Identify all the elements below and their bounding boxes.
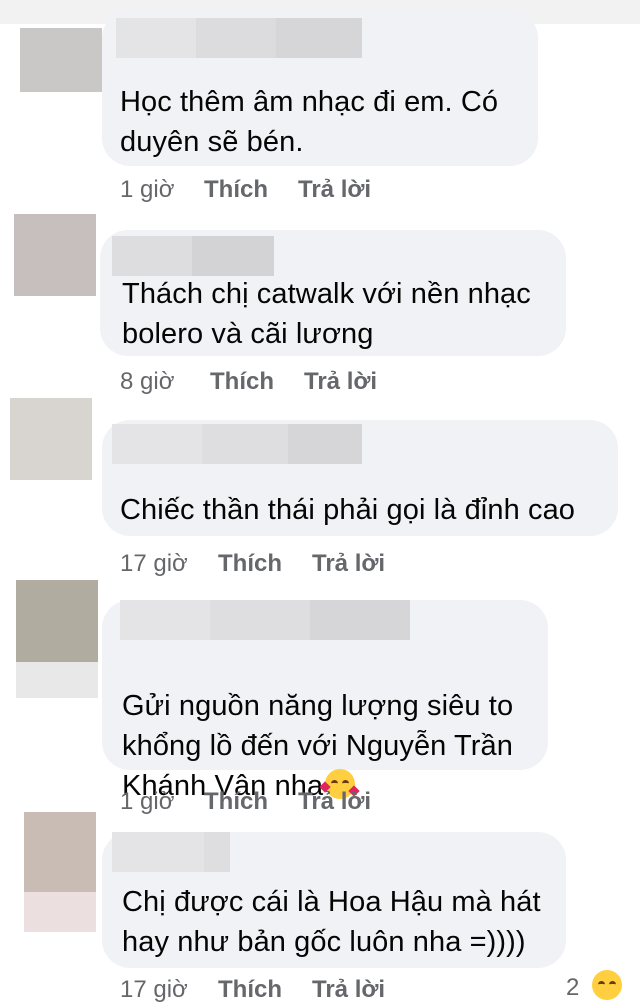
comment-actions: 17 giờ Thích Trả lời — [120, 550, 520, 580]
avatar-blurred[interactable] — [20, 28, 102, 92]
reply-button[interactable]: Trả lời — [298, 788, 371, 816]
timestamp: 1 giờ — [120, 176, 175, 203]
reply-button[interactable]: Trả lời — [298, 176, 371, 204]
like-button[interactable]: Thích — [210, 368, 274, 396]
like-button[interactable]: Thích — [218, 550, 282, 578]
timestamp: 8 giờ — [120, 368, 175, 395]
author-name-blurred[interactable] — [112, 424, 362, 464]
avatar-blurred[interactable] — [24, 812, 96, 932]
comment-bubble: Chiếc thần thái phải gọi là đỉnh cao — [102, 420, 618, 536]
comment-actions: 17 giờ Thích Trả lời — [120, 976, 520, 1006]
comment-text: Chị được cái là Hoa Hậu mà hát hay như b… — [122, 886, 541, 958]
author-name-blurred[interactable] — [120, 600, 410, 640]
reaction-count: 2 — [566, 974, 580, 1001]
avatar-blurred[interactable] — [16, 580, 98, 698]
comment-text: Chiếc thần thái phải gọi là đỉnh cao — [120, 494, 576, 526]
comment-actions: 8 giờ Thích Trả lời — [120, 368, 520, 398]
timestamp: 1 giờ — [120, 788, 175, 815]
like-button[interactable]: Thích — [204, 788, 268, 816]
comment-bubble: Gửi nguồn năng lượng siêu to khổng lồ đế… — [102, 600, 548, 802]
avatar-blurred[interactable] — [14, 214, 96, 296]
comment-text-content: Gửi nguồn năng lượng siêu to khổng lồ đế… — [122, 690, 514, 802]
avatar-blurred[interactable] — [10, 398, 92, 480]
laughing-face-icon — [592, 970, 622, 1000]
comment-actions: 1 giờ Thích Trả lời — [120, 788, 520, 818]
reply-button[interactable]: Trả lời — [304, 368, 377, 396]
timestamp: 17 giờ — [120, 550, 188, 577]
comment-bubble: Thách chị catwalk với nền nhạc bolero và… — [100, 230, 566, 356]
comment-text: Thách chị catwalk với nền nhạc bolero và… — [122, 278, 531, 350]
comment-bubble: Chị được cái là Hoa Hậu mà hát hay như b… — [102, 832, 566, 968]
comment-bubble: Học thêm âm nhạc đi em. Có duyên sẽ bén. — [102, 10, 538, 166]
like-button[interactable]: Thích — [204, 176, 268, 204]
comment-actions: 1 giờ Thích Trả lời — [120, 176, 520, 206]
author-name-blurred[interactable] — [112, 832, 232, 872]
comment-text: Gửi nguồn năng lượng siêu to khổng lồ đế… — [122, 646, 513, 806]
reply-button[interactable]: Trả lời — [312, 550, 385, 578]
comment-text: Học thêm âm nhạc đi em. Có duyên sẽ bén. — [120, 86, 499, 158]
author-name-blurred[interactable] — [116, 18, 366, 58]
author-name-blurred[interactable] — [112, 236, 282, 276]
